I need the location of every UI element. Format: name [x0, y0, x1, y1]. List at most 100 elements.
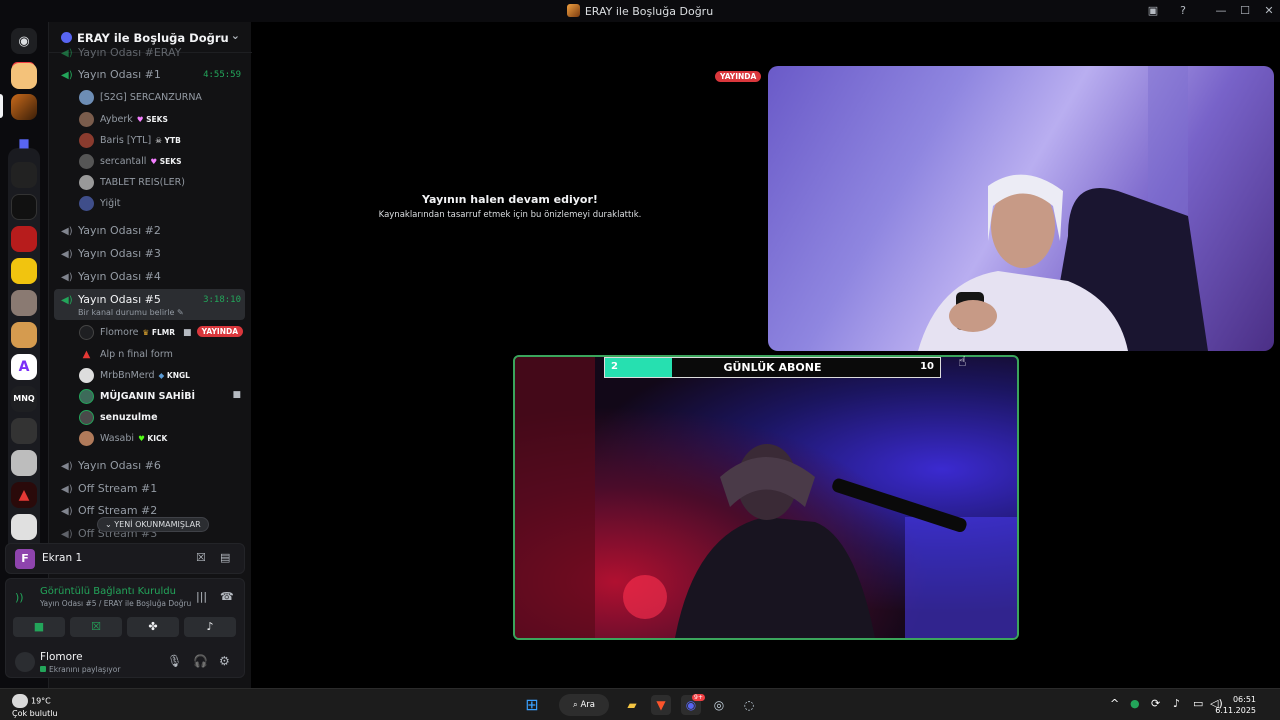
- channel-yayin-3[interactable]: ◀) Yayın Odası #3: [61, 247, 161, 260]
- voice-member[interactable]: Ayberk ♥ SEKS: [79, 112, 168, 127]
- server-icon[interactable]: [11, 194, 37, 220]
- file-explorer-icon[interactable]: ▰: [622, 695, 642, 715]
- inbox-icon[interactable]: ▣: [1140, 2, 1166, 20]
- speaker-icon: ◀): [61, 272, 73, 283]
- minimize-button[interactable]: —: [1208, 2, 1234, 20]
- speaker-icon: ◀): [61, 70, 73, 81]
- voice-location[interactable]: Yayın Odası #5 / ERAY ile Boşluğa Doğru: [40, 599, 191, 608]
- user-name[interactable]: Flomore: [40, 651, 83, 663]
- member-tag-text: FLMR: [151, 328, 176, 337]
- channel-timer: 3:18:10: [203, 295, 241, 305]
- brave-browser-icon[interactable]: ▼: [651, 695, 671, 715]
- voice-member[interactable]: MÜJGANIN SAHİBİ: [79, 389, 195, 404]
- speaker-icon: ◀): [61, 484, 73, 495]
- noise-suppression-icon[interactable]: |||: [196, 590, 207, 603]
- member-name: Yiğit: [100, 198, 121, 209]
- activities-button[interactable]: ✤: [127, 617, 179, 637]
- voice-member[interactable]: MrbBnMerd ◆ KNGL: [79, 368, 190, 383]
- voice-member[interactable]: senuzulme: [79, 410, 158, 425]
- dm-home-button[interactable]: ◉: [11, 28, 37, 54]
- notification-badge: 9+: [692, 694, 705, 701]
- user-avatar[interactable]: [15, 652, 35, 672]
- server-icon[interactable]: [11, 322, 37, 348]
- server-icon[interactable]: ▲: [11, 482, 37, 508]
- speaker-icon: ◀): [61, 226, 73, 237]
- channel-off-2[interactable]: ◀) Off Stream #2: [61, 504, 157, 517]
- server-icon[interactable]: [11, 514, 37, 540]
- settings-icon[interactable]: ⚙: [219, 654, 230, 668]
- channel-yayin-5[interactable]: ◀) Yayın Odası #5: [61, 293, 161, 306]
- screen-share-label: Ekran 1: [42, 552, 83, 564]
- member-name: senuzulme: [100, 412, 158, 423]
- channel-yayin-eray[interactable]: ◀) Yayın Odası #ERAY: [61, 46, 181, 59]
- channel-off-1[interactable]: ◀) Off Stream #1: [61, 482, 157, 495]
- microphone-tray-icon[interactable]: ♪: [1173, 697, 1180, 710]
- speaker-icon: ◀): [61, 249, 73, 260]
- server-icon[interactable]: [11, 450, 37, 476]
- server-icon[interactable]: [11, 63, 37, 89]
- app-icon[interactable]: ◌: [739, 695, 759, 715]
- voice-member[interactable]: Yiğit: [79, 196, 121, 211]
- channel-yayin-6[interactable]: ◀) Yayın Odası #6: [61, 459, 161, 472]
- screen-share-icon: ☒: [91, 620, 101, 633]
- maximize-button[interactable]: ☐: [1232, 2, 1258, 20]
- server-icon[interactable]: [11, 162, 37, 188]
- folder-icon[interactable]: ■: [11, 130, 37, 156]
- voice-member[interactable]: Baris [YTL] ☠ YTB: [79, 133, 181, 148]
- server-icon[interactable]: [11, 290, 37, 316]
- screen-share-button[interactable]: ☒: [70, 617, 122, 637]
- taskbar: 19°C Çok bulutlu ⊞ ⌕ Ara ▰ ▼ ◉ 9+ ◎ ◌ ^ …: [0, 688, 1280, 720]
- taskbar-search[interactable]: ⌕ Ara: [559, 694, 609, 716]
- video-tile-camera[interactable]: [768, 66, 1274, 351]
- speaker-icon: ◀): [61, 506, 73, 517]
- tray-app-icon[interactable]: ●: [1130, 697, 1140, 710]
- weather-widget[interactable]: 19°C Çok bulutlu: [12, 694, 58, 719]
- soundboard-button[interactable]: ♪: [184, 617, 236, 637]
- stop-stream-icon[interactable]: ☒: [196, 551, 206, 564]
- help-icon[interactable]: ?: [1170, 2, 1196, 20]
- goal-target: 10: [920, 361, 934, 372]
- channel-yayin-4[interactable]: ◀) Yayın Odası #4: [61, 270, 161, 283]
- channel-status-prompt[interactable]: Bir kanal durumu belirle ✎: [78, 308, 184, 317]
- channel-yayin-1[interactable]: ◀) Yayın Odası #1: [61, 68, 161, 81]
- mouse-cursor-icon: ☝: [958, 354, 967, 370]
- windows-start-icon[interactable]: ⊞: [522, 695, 542, 715]
- camera-icon: ■: [183, 327, 192, 338]
- headphones-icon[interactable]: 🎧: [193, 654, 208, 668]
- camera-button[interactable]: ■: [13, 617, 65, 637]
- new-unreads-button[interactable]: ⌄ YENİ OKUNMAMIŞLAR: [97, 517, 209, 532]
- voice-member[interactable]: ▲ Alp n final form: [79, 347, 173, 362]
- member-tag: ♥ KICK: [138, 434, 167, 443]
- voice-status[interactable]: Görüntülü Bağlantı Kuruldu: [40, 586, 176, 597]
- display-icon[interactable]: ▭: [1193, 697, 1203, 710]
- tray-overflow-icon[interactable]: ^: [1110, 697, 1119, 710]
- microphone-icon[interactable]: 🎙: [167, 654, 182, 668]
- disconnect-icon[interactable]: ☎: [220, 590, 234, 603]
- stream-settings-icon[interactable]: ▤: [220, 551, 230, 564]
- system-clock[interactable]: 06:51 6.11.2025: [1215, 694, 1256, 716]
- clock-date: 6.11.2025: [1215, 706, 1256, 715]
- voice-member[interactable]: TABLET REIS(LER): [79, 175, 185, 190]
- signal-icon[interactable]: )): [15, 591, 24, 604]
- voice-member[interactable]: sercantall ♥ SEKS: [79, 154, 182, 169]
- server-icon[interactable]: MNQ: [11, 386, 37, 412]
- goal-label: GÜNLÜK ABONE: [723, 361, 822, 374]
- user-status-text: Ekranını paylaşıyor: [49, 665, 121, 674]
- voice-member-flomore[interactable]: Flomore ♛ FLMR ■: [79, 325, 192, 340]
- server-icon-active[interactable]: [11, 94, 37, 120]
- server-icon[interactable]: [11, 418, 37, 444]
- video-tile-screen-share[interactable]: 2 GÜNLÜK ABONE 10: [513, 355, 1019, 640]
- voice-member[interactable]: [S2G] SERCANZURNA: [79, 90, 202, 105]
- cloud-icon: [12, 694, 28, 708]
- crown-icon: ♛: [142, 328, 150, 337]
- chevron-down-icon: ⌄: [105, 520, 112, 529]
- voice-member[interactable]: Wasabi ♥ KICK: [79, 431, 167, 446]
- close-button[interactable]: ✕: [1256, 2, 1280, 20]
- steam-icon[interactable]: ◎: [709, 695, 729, 715]
- server-icon[interactable]: A: [11, 354, 37, 380]
- channel-yayin-2[interactable]: ◀) Yayın Odası #2: [61, 224, 161, 237]
- sync-icon[interactable]: ⟳: [1151, 697, 1160, 710]
- member-name: Alp n final form: [100, 349, 173, 360]
- server-icon[interactable]: [11, 226, 37, 252]
- server-icon[interactable]: [11, 258, 37, 284]
